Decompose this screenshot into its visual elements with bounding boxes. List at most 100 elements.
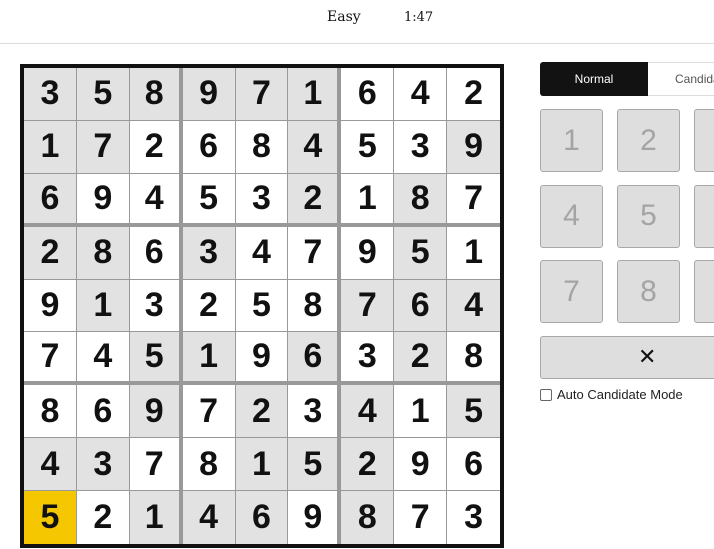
number-key-7[interactable]: 7 <box>540 260 603 323</box>
number-key-8[interactable]: 8 <box>617 260 680 323</box>
erase-button[interactable]: ✕ <box>540 336 714 379</box>
auto-candidate-toggle[interactable]: Auto Candidate Mode <box>540 387 683 402</box>
cell[interactable]: 6 <box>447 438 500 492</box>
cell[interactable]: 8 <box>288 279 342 333</box>
cell[interactable]: 8 <box>235 120 289 174</box>
cell[interactable]: 5 <box>288 438 342 492</box>
cell[interactable]: 7 <box>76 120 130 174</box>
cell[interactable]: 1 <box>394 385 448 439</box>
cell[interactable]: 5 <box>341 120 395 174</box>
cell[interactable]: 3 <box>129 279 183 333</box>
cell[interactable]: 7 <box>182 385 236 439</box>
number-key-1[interactable]: 1 <box>540 109 603 172</box>
cell[interactable]: 1 <box>24 120 77 174</box>
cell[interactable]: 2 <box>24 226 77 280</box>
cell[interactable]: 5 <box>447 385 500 439</box>
cell[interactable]: 7 <box>288 226 342 280</box>
cell[interactable]: 9 <box>76 173 130 227</box>
cell[interactable]: 6 <box>235 491 289 544</box>
cell[interactable]: 5 <box>129 332 183 386</box>
cell[interactable]: 7 <box>341 279 395 333</box>
auto-candidate-label: Auto Candidate Mode <box>557 387 683 402</box>
cell[interactable]: 7 <box>394 491 448 544</box>
cell[interactable]: 8 <box>129 68 183 121</box>
tab-candidate[interactable]: Candida <box>648 62 714 96</box>
sudoku-board: 3589716421726845396945321872863479519132… <box>20 64 504 548</box>
cell[interactable]: 2 <box>394 332 448 386</box>
cell[interactable]: 7 <box>129 438 183 492</box>
cell[interactable]: 1 <box>129 491 183 544</box>
cell[interactable]: 2 <box>76 491 130 544</box>
cell[interactable]: 7 <box>24 332 77 386</box>
cell[interactable]: 7 <box>447 173 500 227</box>
cell[interactable]: 4 <box>341 385 395 439</box>
cell[interactable]: 7 <box>235 68 289 121</box>
cell[interactable]: 2 <box>341 438 395 492</box>
cell[interactable]: 1 <box>447 226 500 280</box>
cell[interactable]: 5 <box>235 279 289 333</box>
cell[interactable]: 4 <box>129 173 183 227</box>
cell[interactable]: 1 <box>341 173 395 227</box>
cell[interactable]: 1 <box>235 438 289 492</box>
cell[interactable]: 8 <box>182 438 236 492</box>
number-key-3[interactable]: 3 <box>694 109 714 172</box>
cell[interactable]: 3 <box>182 226 236 280</box>
cell[interactable]: 9 <box>182 68 236 121</box>
cell[interactable]: 9 <box>24 279 77 333</box>
cell[interactable]: 5 <box>394 226 448 280</box>
cell[interactable]: 8 <box>447 332 500 386</box>
cell[interactable]: 8 <box>341 491 395 544</box>
difficulty-label: Easy <box>327 9 361 25</box>
cell[interactable]: 3 <box>341 332 395 386</box>
cell[interactable]: 2 <box>235 385 289 439</box>
number-key-9[interactable]: 9 <box>694 260 714 323</box>
close-icon: ✕ <box>638 345 657 370</box>
cell[interactable]: 3 <box>76 438 130 492</box>
number-key-2[interactable]: 2 <box>617 109 680 172</box>
header: Easy 1:47 <box>0 0 714 44</box>
cell[interactable]: 1 <box>76 279 130 333</box>
number-key-5[interactable]: 5 <box>617 184 680 248</box>
cell[interactable]: 6 <box>182 120 236 174</box>
cell[interactable]: 2 <box>129 120 183 174</box>
cell[interactable]: 3 <box>24 68 77 121</box>
cell[interactable]: 2 <box>288 173 342 227</box>
cell[interactable]: 6 <box>24 173 77 227</box>
cell[interactable]: 9 <box>235 332 289 386</box>
cell[interactable]: 4 <box>447 279 500 333</box>
cell[interactable]: 1 <box>288 68 342 121</box>
cell[interactable]: 6 <box>341 68 395 121</box>
auto-candidate-checkbox[interactable] <box>540 388 552 401</box>
cell[interactable]: 3 <box>394 120 448 174</box>
cell[interactable]: 3 <box>447 491 500 544</box>
cell[interactable]: 5 <box>182 173 236 227</box>
cell[interactable]: 9 <box>394 438 448 492</box>
number-key-4[interactable]: 4 <box>540 184 603 248</box>
cell[interactable]: 4 <box>76 332 130 386</box>
cell[interactable]: 9 <box>447 120 500 174</box>
cell[interactable]: 4 <box>394 68 448 121</box>
cell[interactable]: 9 <box>288 491 342 544</box>
tab-normal[interactable]: Normal <box>540 62 648 96</box>
cell[interactable]: 8 <box>24 385 77 439</box>
cell[interactable]: 9 <box>341 226 395 280</box>
cell[interactable]: 2 <box>182 279 236 333</box>
cell[interactable]: 8 <box>394 173 448 227</box>
number-key-6[interactable]: 6 <box>694 184 714 248</box>
cell[interactable]: 6 <box>129 226 183 280</box>
cell[interactable]: 4 <box>235 226 289 280</box>
cell[interactable]: 4 <box>24 438 77 492</box>
cell[interactable]: 6 <box>76 385 130 439</box>
cell[interactable]: 4 <box>288 120 342 174</box>
cell[interactable]: 3 <box>288 385 342 439</box>
cell[interactable]: 9 <box>129 385 183 439</box>
cell[interactable]: 4 <box>182 491 236 544</box>
cell[interactable]: 3 <box>235 173 289 227</box>
cell[interactable]: 6 <box>288 332 342 386</box>
cell[interactable]: 5 <box>76 68 130 121</box>
cell[interactable]: 1 <box>182 332 236 386</box>
cell[interactable]: 6 <box>394 279 448 333</box>
cell[interactable]: 8 <box>76 226 130 280</box>
selected-cell[interactable]: 5 <box>24 491 77 544</box>
cell[interactable]: 2 <box>447 68 500 121</box>
